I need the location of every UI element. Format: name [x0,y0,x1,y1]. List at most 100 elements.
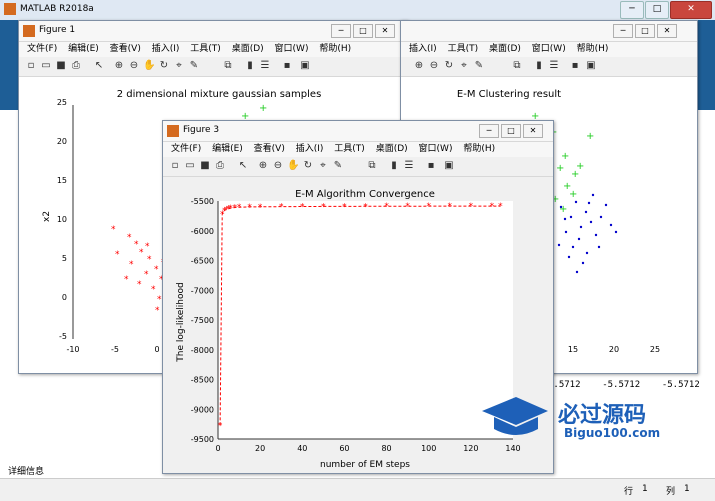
hide-tools-icon[interactable]: ▪ [425,160,437,172]
chart-title: E-M Algorithm Convergence [295,189,435,200]
menu-window[interactable]: 窗口(W) [275,42,309,57]
y-tick-label: -7000 [191,286,214,295]
pan-icon[interactable]: ✋ [287,160,299,172]
x-tick-label: 100 [421,444,436,453]
legend-icon[interactable]: ☰ [403,160,415,172]
colorbar-icon[interactable]: ▮ [244,60,256,72]
menu-window[interactable]: 窗口(W) [532,42,566,57]
legend-icon[interactable]: ☰ [548,60,560,72]
close-button[interactable]: ✕ [670,1,712,19]
minimize-button[interactable]: ─ [620,1,644,19]
link-plot-icon[interactable]: ⧉ [222,60,234,72]
zoom-in-icon[interactable]: ⊕ [413,60,425,72]
menu-window[interactable]: 窗口(W) [419,142,453,157]
y-tick: -5 [59,332,67,341]
rotate-icon[interactable]: ↻ [302,160,314,172]
data-cursor-icon[interactable]: ⌖ [317,160,329,172]
fig3-maximize-button[interactable]: □ [501,124,521,138]
colorbar-icon[interactable]: ▮ [533,60,545,72]
svg-text:*: * [124,275,129,285]
menu-help[interactable]: 帮助(H) [463,142,495,157]
menu-desktop[interactable]: 桌面(D) [376,142,408,157]
svg-text:*: * [137,280,142,290]
y-tick-label: -6500 [191,257,214,266]
menu-view[interactable]: 查看(V) [110,42,141,57]
zoom-out-icon[interactable]: ⊖ [128,60,140,72]
open-folder-icon[interactable]: ▭ [184,160,196,172]
menu-help[interactable]: 帮助(H) [577,42,609,57]
rotate-icon[interactable]: ↻ [443,60,455,72]
colorbar-icon[interactable]: ▮ [388,160,400,172]
data-cursor-icon[interactable]: ⌖ [173,60,185,72]
zoom-out-icon[interactable]: ⊖ [428,60,440,72]
print-icon[interactable]: ⎙ [214,160,226,172]
fig3-close-button[interactable]: ✕ [523,124,543,138]
link-plot-icon[interactable]: ⧉ [511,60,523,72]
y-tick: 20 [57,137,67,146]
fig1-close-button[interactable]: ✕ [375,24,395,38]
zoom-out-icon[interactable]: ⊖ [272,160,284,172]
menu-view[interactable]: 查看(V) [254,142,285,157]
menu-file[interactable]: 文件(F) [171,142,201,157]
legend-icon[interactable]: ☰ [259,60,271,72]
save-icon[interactable]: ■ [55,60,67,72]
svg-text:*: * [129,260,134,270]
open-folder-icon[interactable]: ▭ [40,60,52,72]
zoom-in-icon[interactable]: ⊕ [257,160,269,172]
link-plot-icon[interactable]: ⧉ [366,160,378,172]
data-point-marker: * [363,202,368,212]
fig2-close-button[interactable]: ✕ [657,24,677,38]
hide-tools-icon[interactable]: ▪ [569,60,581,72]
y-tick-label: -8500 [191,376,214,385]
pan-icon[interactable]: ✋ [143,60,155,72]
row-value: 1 [642,484,648,494]
print-icon[interactable]: ⎙ [70,60,82,72]
x-tick: -10 [66,345,79,354]
matlab-logo-icon [4,3,16,15]
menu-insert[interactable]: 插入(I) [409,42,437,57]
brush-icon[interactable]: ✎ [188,60,200,72]
new-file-icon[interactable]: ▫ [25,60,37,72]
maximize-button[interactable]: □ [645,1,669,19]
menu-tools[interactable]: 工具(T) [190,42,221,57]
cmd-value: -5.5712 [602,380,641,390]
menu-help[interactable]: 帮助(H) [319,42,351,57]
fig2-maximize-button[interactable]: □ [635,24,655,38]
svg-text:*: * [147,255,152,265]
pointer-icon[interactable]: ↖ [237,160,249,172]
watermark: 必过源码 Biguo100.com [480,395,680,445]
x-tick-label: 120 [463,444,478,453]
data-cursor-icon[interactable]: ⌖ [458,60,470,72]
rotate-icon[interactable]: ↻ [158,60,170,72]
new-file-icon[interactable]: ▫ [169,160,181,172]
menu-tools[interactable]: 工具(T) [448,42,479,57]
fig1-maximize-button[interactable]: □ [353,24,373,38]
save-icon[interactable]: ■ [199,160,211,172]
pointer-icon[interactable]: ↖ [93,60,105,72]
dock-icon[interactable]: ▣ [443,160,455,172]
menu-insert[interactable]: 插入(I) [296,142,324,157]
fig2-minimize-button[interactable]: ─ [613,24,633,38]
fig3-minimize-button[interactable]: ─ [479,124,499,138]
brush-icon[interactable]: ✎ [332,160,344,172]
watermark-url: Biguo100.com [564,426,661,440]
svg-text:*: * [139,248,144,258]
data-point-marker: * [342,202,347,212]
dock-icon[interactable]: ▣ [299,60,311,72]
plot-title: 2 dimensional mixture gaussian samples [117,89,322,100]
zoom-in-icon[interactable]: ⊕ [113,60,125,72]
y-tick-label: -8000 [191,346,214,355]
menu-desktop[interactable]: 桌面(D) [232,42,264,57]
fig1-minimize-button[interactable]: ─ [331,24,351,38]
brush-icon[interactable]: ✎ [473,60,485,72]
menu-edit[interactable]: 编辑(E) [212,142,243,157]
dock-icon[interactable]: ▣ [585,60,597,72]
menu-edit[interactable]: 编辑(E) [68,42,99,57]
col-label: 列 [666,487,676,497]
menu-insert[interactable]: 插入(I) [152,42,180,57]
data-point-marker: * [321,202,326,212]
menu-desktop[interactable]: 桌面(D) [489,42,521,57]
menu-file[interactable]: 文件(F) [27,42,57,57]
menu-tools[interactable]: 工具(T) [334,142,365,157]
hide-tools-icon[interactable]: ▪ [281,60,293,72]
